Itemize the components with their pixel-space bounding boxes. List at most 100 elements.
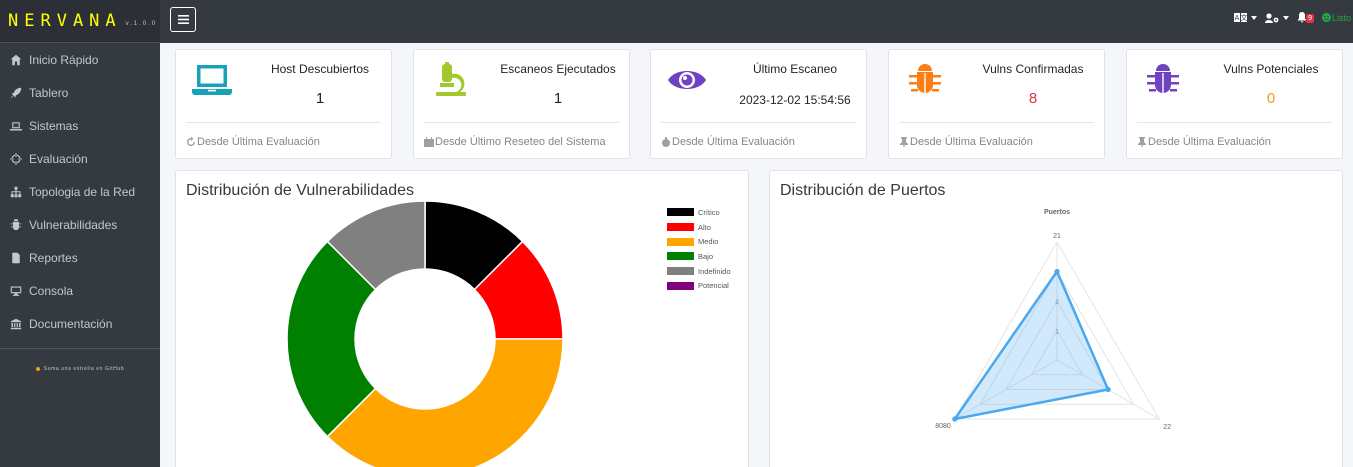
donut-slice-2[interactable]	[326, 338, 564, 467]
rocket-icon	[9, 86, 23, 100]
brand-version: v.1.0.0	[125, 21, 158, 27]
status-indicator: Listo	[1321, 12, 1351, 23]
sidebar-item-label: Documentación	[29, 316, 113, 331]
card-title: Escaneos Ejecutados	[500, 62, 616, 76]
crosshairs-icon	[9, 152, 23, 166]
sidebar: NERVANA v.1.0.0 Inicio Rápido Tablero Si…	[0, 0, 160, 467]
card-title: Vulns Potenciales	[1223, 62, 1319, 76]
card-value: 8	[1028, 90, 1038, 107]
user-dropdown[interactable]	[1265, 12, 1290, 23]
smile-icon	[1321, 13, 1331, 22]
github-star-link[interactable]: Suma una estrella en GitHub	[0, 355, 160, 383]
sidebar-item-inicio-rapido[interactable]: Inicio Rápido	[0, 43, 160, 76]
card-value: 2023-12-02 15:54:56	[739, 93, 851, 107]
chevron-down-icon	[1251, 15, 1258, 20]
card-ultimo-escaneo: Último Escaneo 2023-12-02 15:54:56 Desde…	[650, 49, 867, 159]
file-icon	[9, 251, 23, 265]
legend-item[interactable]: Crítico	[667, 205, 731, 220]
card-value: 1	[553, 90, 563, 107]
legend-swatch	[667, 237, 694, 246]
radar-title: Puertos	[1044, 209, 1070, 216]
panel-vulnerability-distribution: Distribución de Vulnerabilidades Crítico…	[175, 170, 749, 467]
radar-axis-label: 21	[1053, 233, 1061, 240]
thumbtack-icon	[900, 137, 908, 147]
legend-item[interactable]: Alto	[667, 220, 731, 235]
radar-axis-label: 8080	[935, 423, 951, 430]
ports-radar-chart: Puertos1221228080	[935, 209, 1171, 431]
card-title: Host Descubiertos	[270, 62, 370, 76]
menu-toggle-button[interactable]	[170, 7, 196, 32]
bug-icon	[903, 62, 947, 98]
sidebar-item-tablero[interactable]: Tablero	[0, 76, 160, 109]
chevron-down-icon	[1283, 15, 1290, 20]
card-vulns-confirmadas: Vulns Confirmadas 8 Desde Última Evaluac…	[888, 49, 1105, 159]
microscope-icon	[428, 62, 472, 98]
sidebar-item-reportes[interactable]: Reportes	[0, 241, 160, 274]
legend-swatch	[667, 208, 694, 217]
legend-item[interactable]: Potencial	[667, 278, 731, 293]
notification-count-badge: 9	[1306, 13, 1314, 23]
legend-label: Potencial	[698, 281, 729, 291]
bug-icon	[9, 218, 23, 232]
university-icon	[9, 317, 23, 331]
card-value: 0	[1266, 90, 1276, 107]
sidebar-item-documentacion[interactable]: Documentación	[0, 307, 160, 340]
github-star-text: Suma una estrella en GitHub	[43, 366, 125, 372]
sidebar-item-sistemas[interactable]: Sistemas	[0, 109, 160, 142]
card-footer: Desde Última Evaluación	[899, 136, 1033, 148]
sidebar-item-label: Topologia de la Red	[29, 184, 136, 199]
card-vulns-potenciales: Vulns Potenciales 0 Desde Última Evaluac…	[1126, 49, 1343, 159]
legend-item[interactable]: Bajo	[667, 249, 731, 264]
card-divider	[899, 122, 1094, 123]
radar-point[interactable]	[1054, 268, 1060, 275]
card-footer-text: Desde Última Evaluación	[197, 136, 320, 148]
eye-icon	[665, 62, 709, 98]
panel-port-distribution: Distribución de Puertos Puertos122122808…	[769, 170, 1343, 467]
calendar-icon	[424, 137, 434, 147]
sidebar-item-label: Sistemas	[29, 118, 79, 133]
language-icon: A文	[1234, 13, 1248, 22]
card-footer-text: Desde Última Evaluación	[910, 136, 1033, 148]
sidebar-item-consola[interactable]: Consola	[0, 274, 160, 307]
status-text: Listo	[1331, 12, 1351, 23]
card-footer: Desde Última Evaluación	[661, 136, 795, 148]
vulnerability-donut-chart	[286, 200, 564, 467]
card-footer: Desde Última Evaluación	[1137, 136, 1271, 148]
stopwatch-icon	[662, 137, 670, 147]
laptop-icon	[9, 119, 23, 133]
card-host-descubiertos: Host Descubiertos 1 Desde Última Evaluac…	[175, 49, 392, 159]
sidebar-item-label: Consola	[29, 283, 74, 298]
card-footer-text: Desde Última Evaluación	[1148, 136, 1271, 148]
legend-label: Bajo	[698, 251, 714, 261]
radar-point[interactable]	[952, 416, 958, 422]
legend-swatch	[667, 223, 694, 232]
card-title: Vulns Confirmadas	[982, 62, 1084, 76]
navbar-right: A文 9 Listo	[1234, 12, 1351, 23]
card-divider	[186, 122, 381, 123]
card-divider	[661, 122, 856, 123]
refresh-icon	[187, 137, 195, 146]
legend-item[interactable]: Medio	[667, 234, 731, 249]
sidebar-divider	[0, 348, 160, 349]
brand[interactable]: NERVANA v.1.0.0	[0, 0, 160, 43]
legend-item[interactable]: Indefinido	[667, 264, 731, 279]
sitemap-icon	[9, 185, 23, 199]
sidebar-item-label: Vulnerabilidades	[29, 217, 118, 232]
notifications-button[interactable]: 9	[1297, 12, 1314, 23]
sidebar-item-vulnerabilidades[interactable]: Vulnerabilidades	[0, 208, 160, 241]
sidebar-item-evaluacion[interactable]: Evaluación	[0, 142, 160, 175]
language-dropdown[interactable]: A文	[1234, 13, 1258, 22]
sidebar-item-label: Evaluación	[29, 151, 88, 166]
sidebar-item-label: Reportes	[29, 250, 78, 265]
laptop-icon	[190, 62, 234, 98]
legend-label: Alto	[698, 222, 711, 232]
legend-swatch	[667, 267, 694, 276]
radar-point[interactable]	[1105, 386, 1111, 393]
hamburger-icon	[177, 15, 189, 24]
card-footer: Desde Último Reseteo del Sistema	[424, 136, 606, 148]
radar-axis-label: 22	[1163, 424, 1171, 431]
card-title: Último Escaneo	[752, 62, 838, 76]
sidebar-item-topologia[interactable]: Topologia de la Red	[0, 175, 160, 208]
home-icon	[9, 53, 23, 67]
card-footer-text: Desde Último Reseteo del Sistema	[435, 136, 606, 148]
